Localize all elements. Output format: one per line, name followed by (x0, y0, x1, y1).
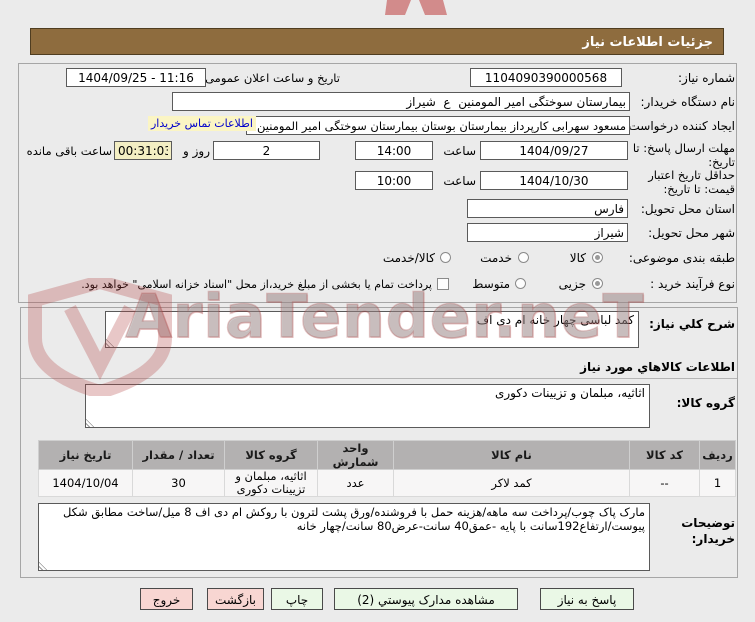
radio-medium-label: متوسط (460, 277, 510, 291)
cell-need-date: 1404/10/04 (39, 470, 133, 497)
treasury-checkbox[interactable] (437, 278, 449, 290)
cell-goods-code: -- (630, 470, 700, 497)
tender-detail-page: جزئیات اطلاعات نیاز شماره نیاز: تاریخ و … (0, 0, 755, 622)
watermark-ribbon-icon (385, 0, 447, 15)
request-creator-field[interactable] (246, 116, 630, 135)
price-validity-label: حداقل تاریخ اعتبار قیمت: تا تاریخ: (628, 168, 735, 196)
announce-datetime-label: تاریخ و ساعت اعلان عمومی: (205, 71, 340, 85)
subject-class-label: طبقه بندی موضوعی: (622, 251, 735, 265)
cell-goods-group: اثاثیه، مبلمان و تزیینات دکوری (225, 470, 318, 497)
col-quantity: تعداد / مقدار (133, 441, 225, 470)
cell-goods-name: کمد لاکر (394, 470, 630, 497)
radio-service[interactable] (518, 252, 529, 263)
price-validity-hour-label: ساعت (438, 174, 476, 188)
radio-goods-label: کالا (550, 251, 586, 265)
price-validity-date-field[interactable] (480, 171, 628, 190)
radio-minor[interactable] (592, 278, 603, 289)
delivery-city-label: شهر محل تحویل: (630, 226, 735, 240)
need-number-label: شماره نیاز: (630, 71, 735, 85)
section-divider (21, 378, 737, 379)
price-validity-time-field[interactable] (355, 171, 433, 190)
delivery-city-field[interactable] (467, 223, 628, 242)
cell-row-number: 1 (700, 470, 736, 497)
back-button[interactable]: بازگشت (207, 588, 264, 610)
radio-medium[interactable] (515, 278, 526, 289)
goods-table-row: 1 -- کمد لاکر عدد اثاثیه، مبلمان و تزیین… (39, 470, 736, 497)
reply-to-need-button[interactable]: پاسخ به نیاز (540, 588, 634, 610)
need-summary-label: شرح کلي نیاز: (643, 317, 735, 331)
need-number-field[interactable] (470, 68, 622, 87)
reply-deadline-label: مهلت ارسال پاسخ: تا تاریخ: (628, 141, 735, 169)
goods-group-textarea[interactable]: اثاثیه، مبلمان و تزیینات دکوری (85, 384, 650, 428)
col-goods-code: کد کالا (630, 441, 700, 470)
goods-group-label: گروه کالا: (650, 396, 735, 410)
buyer-notes-label: توضیحات خریدار: (655, 515, 735, 547)
col-count-unit: واحد شمارش (318, 441, 394, 470)
radio-goods-service-label: کالا/خدمت (355, 251, 435, 265)
delivery-province-field[interactable] (467, 199, 628, 218)
print-button[interactable]: چاپ (271, 588, 323, 610)
delivery-province-label: استان محل تحویل: (630, 202, 735, 216)
announce-datetime-field[interactable] (66, 68, 206, 87)
exit-button[interactable]: خروج (140, 588, 193, 610)
treasury-checkbox-label: پرداخت تمام یا بخشی از مبلغ خرید،از محل … (72, 278, 432, 291)
buyer-org-field[interactable] (172, 92, 630, 111)
need-summary-textarea[interactable]: کمد لباسی چهار خانه ام دی اف (105, 311, 639, 348)
purchase-process-label: نوع فرآیند خرید : (622, 277, 735, 291)
buyer-notes-textarea[interactable]: مارک پاک چوب/پرداخت سه ماهه/هزینه حمل با… (38, 503, 650, 571)
col-row-number: ردیف (700, 441, 736, 470)
goods-table: ردیف کد کالا نام کالا واحد شمارش گروه کا… (38, 440, 736, 497)
radio-minor-label: جزیی (550, 277, 586, 291)
remaining-days-field[interactable] (213, 141, 320, 160)
goods-section-header: اطلاعات کالاهاي مورد نیاز (590, 360, 735, 374)
reply-deadline-time-field[interactable] (355, 141, 433, 160)
radio-goods[interactable] (592, 252, 603, 263)
reply-deadline-date-field[interactable] (480, 141, 628, 160)
countdown-timer-label: ساعت باقی مانده (28, 144, 112, 158)
reply-deadline-hour-label: ساعت (438, 144, 476, 158)
radio-service-label: خدمت (468, 251, 512, 265)
request-creator-label: ایجاد کننده درخواست: (625, 119, 735, 133)
page-title: جزئیات اطلاعات نیاز (582, 35, 713, 50)
view-attachments-button[interactable]: مشاهده مدارک پیوستي (2) (334, 588, 518, 610)
countdown-timer-field (114, 141, 172, 160)
goods-table-header-row: ردیف کد کالا نام کالا واحد شمارش گروه کا… (39, 441, 736, 470)
goods-table-wrapper: ردیف کد کالا نام کالا واحد شمارش گروه کا… (38, 440, 736, 497)
col-need-date: تاریخ نیاز (39, 441, 133, 470)
col-goods-group: گروه کالا (225, 441, 318, 470)
radio-goods-service[interactable] (440, 252, 451, 263)
cell-count-unit: عدد (318, 470, 394, 497)
cell-quantity: 30 (133, 470, 225, 497)
col-goods-name: نام کالا (394, 441, 630, 470)
remaining-days-label: روز و (174, 144, 210, 158)
buyer-org-label: نام دستگاه خریدار: (630, 95, 735, 109)
buyer-contact-link[interactable]: اطلاعات تماس خریدار (148, 116, 256, 131)
title-bar: جزئیات اطلاعات نیاز (30, 28, 724, 55)
